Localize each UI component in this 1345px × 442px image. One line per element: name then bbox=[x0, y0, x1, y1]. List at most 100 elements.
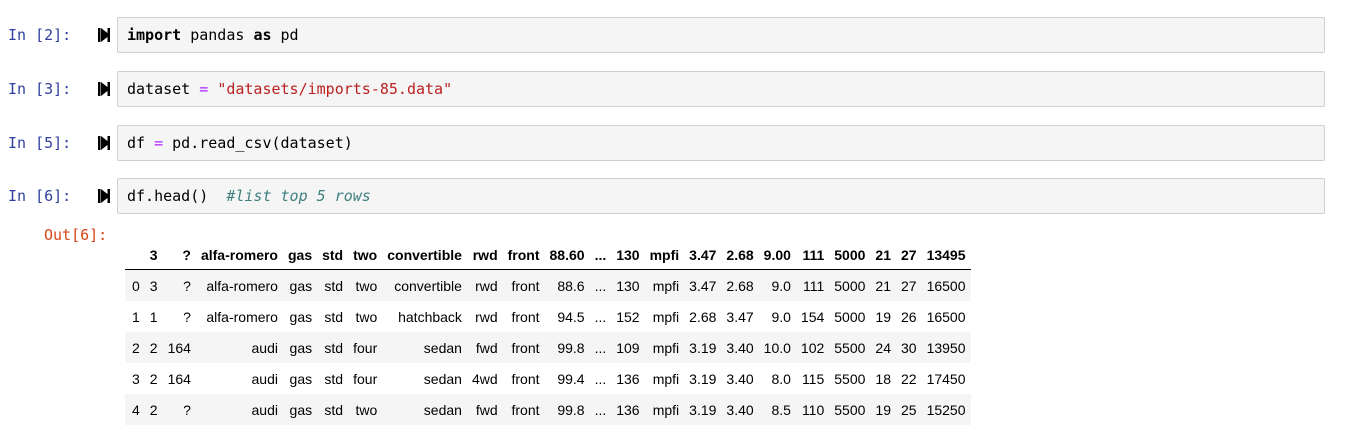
table-cell: 136 bbox=[611, 394, 645, 425]
table-cell: 27 bbox=[896, 269, 922, 301]
table-cell: fwd bbox=[466, 332, 503, 363]
run-cell-icon[interactable] bbox=[98, 28, 110, 42]
table-cell: 21 bbox=[870, 269, 896, 301]
table-cell: 102 bbox=[795, 332, 830, 363]
table-cell: gas bbox=[282, 394, 318, 425]
code-token: pd.read_csv(dataset) bbox=[163, 134, 353, 152]
code-token: as bbox=[253, 26, 272, 44]
code-input[interactable]: df.head() #list top 5 rows bbox=[117, 178, 1325, 214]
table-cell: 10.0 bbox=[758, 332, 796, 363]
table-cell: alfa-romero bbox=[195, 269, 283, 301]
table-cell: front bbox=[502, 394, 545, 425]
table-cell: 136 bbox=[611, 363, 645, 394]
table-cell: 2.68 bbox=[721, 269, 759, 301]
table-cell: front bbox=[502, 363, 545, 394]
table-cell: rwd bbox=[466, 269, 503, 301]
column-header: 111 bbox=[795, 240, 830, 270]
input-prompt: In [5]: bbox=[8, 134, 72, 152]
table-cell: 94.5 bbox=[544, 301, 590, 332]
table-cell: 115 bbox=[795, 363, 830, 394]
table-cell: 26 bbox=[896, 301, 922, 332]
column-header: two bbox=[348, 240, 383, 270]
table-cell: 130 bbox=[611, 269, 645, 301]
table-cell: std bbox=[317, 394, 349, 425]
table-cell: ? bbox=[162, 269, 196, 301]
column-header: alfa-romero bbox=[195, 240, 283, 270]
column-header: 88.60 bbox=[544, 240, 590, 270]
output-prompt: Out[6]: bbox=[44, 226, 108, 244]
table-cell: two bbox=[348, 394, 383, 425]
table-cell: rwd bbox=[466, 301, 503, 332]
table-cell: gas bbox=[282, 269, 318, 301]
column-header: 13495 bbox=[921, 240, 971, 270]
column-header: gas bbox=[282, 240, 318, 270]
table-cell: 5000 bbox=[829, 301, 871, 332]
table-cell: 17450 bbox=[921, 363, 971, 394]
table-cell: 99.4 bbox=[544, 363, 590, 394]
table-cell: 152 bbox=[611, 301, 645, 332]
code-token: df bbox=[127, 134, 155, 152]
table-cell: std bbox=[317, 363, 349, 394]
table-cell: audi bbox=[195, 394, 283, 425]
code-input[interactable]: import pandas as pd bbox=[117, 17, 1325, 53]
table-cell: 19 bbox=[870, 301, 896, 332]
column-header: std bbox=[317, 240, 349, 270]
table-row: 2 2 164 audi gas std four sedan fwd front 99.8... 1… bbox=[125, 332, 971, 363]
column-header: rwd bbox=[466, 240, 503, 270]
code-token: dataset bbox=[127, 80, 200, 98]
table-cell: 15250 bbox=[921, 394, 971, 425]
table-cell: 9.0 bbox=[758, 269, 796, 301]
run-cell-icon[interactable] bbox=[98, 189, 110, 203]
table-cell: 3.19 bbox=[684, 332, 722, 363]
table-cell: 8.5 bbox=[758, 394, 796, 425]
table-cell: alfa-romero bbox=[195, 301, 283, 332]
column-header: mpfi bbox=[644, 240, 685, 270]
table-header-row: 3? alfa-romero gas std two convertible rwd fron… bbox=[125, 240, 971, 270]
row-index: 4 bbox=[125, 394, 145, 425]
table-cell: 5500 bbox=[829, 363, 871, 394]
table-cell: 5000 bbox=[829, 269, 871, 301]
table-cell: 88.6 bbox=[544, 269, 590, 301]
table-cell: 13950 bbox=[921, 332, 971, 363]
table-cell: 5500 bbox=[829, 394, 871, 425]
table-cell: std bbox=[317, 332, 349, 363]
code-input[interactable]: dataset = "datasets/imports-85.data" bbox=[117, 71, 1325, 107]
table-cell: 16500 bbox=[921, 301, 971, 332]
table-cell: ... bbox=[589, 332, 612, 363]
table-cell: 22 bbox=[896, 363, 922, 394]
column-header: front bbox=[502, 240, 545, 270]
table-cell: ? bbox=[162, 394, 196, 425]
table-cell: 9.0 bbox=[758, 301, 796, 332]
table-cell: 109 bbox=[611, 332, 645, 363]
table-cell: front bbox=[502, 301, 545, 332]
table-cell: fwd bbox=[466, 394, 503, 425]
table-cell: 2.68 bbox=[684, 301, 722, 332]
table-cell: ... bbox=[589, 363, 612, 394]
column-header: 9.00 bbox=[758, 240, 796, 270]
table-cell: 1 bbox=[144, 301, 163, 332]
column-header: 27 bbox=[896, 240, 922, 270]
table-cell: 5500 bbox=[829, 332, 871, 363]
column-header: 5000 bbox=[829, 240, 871, 270]
table-cell: 25 bbox=[896, 394, 922, 425]
table-cell: 3.19 bbox=[684, 394, 722, 425]
code-token: #list top 5 rows bbox=[226, 187, 371, 205]
input-prompt: In [6]: bbox=[8, 187, 72, 205]
code-token: df.head() bbox=[127, 187, 227, 205]
table-cell: 3.47 bbox=[684, 269, 722, 301]
table-cell: front bbox=[502, 332, 545, 363]
table-cell: ... bbox=[589, 394, 612, 425]
code-token: "datasets/imports-85.data" bbox=[217, 80, 453, 98]
table-row: 1 1? alfa-romero gas std two hatchback rwd front… bbox=[125, 301, 971, 332]
column-header: ... bbox=[589, 240, 612, 270]
dataframe-table: 3? alfa-romero gas std two convertible rwd fron… bbox=[125, 240, 971, 425]
table-cell: 19 bbox=[870, 394, 896, 425]
table-cell: convertible bbox=[382, 269, 467, 301]
code-input[interactable]: df = pd.read_csv(dataset) bbox=[117, 125, 1325, 161]
table-cell: hatchback bbox=[382, 301, 467, 332]
table-cell: ? bbox=[162, 301, 196, 332]
table-cell: 164 bbox=[162, 363, 196, 394]
table-cell: ... bbox=[589, 269, 612, 301]
run-cell-icon[interactable] bbox=[98, 82, 110, 96]
run-cell-icon[interactable] bbox=[98, 136, 110, 150]
